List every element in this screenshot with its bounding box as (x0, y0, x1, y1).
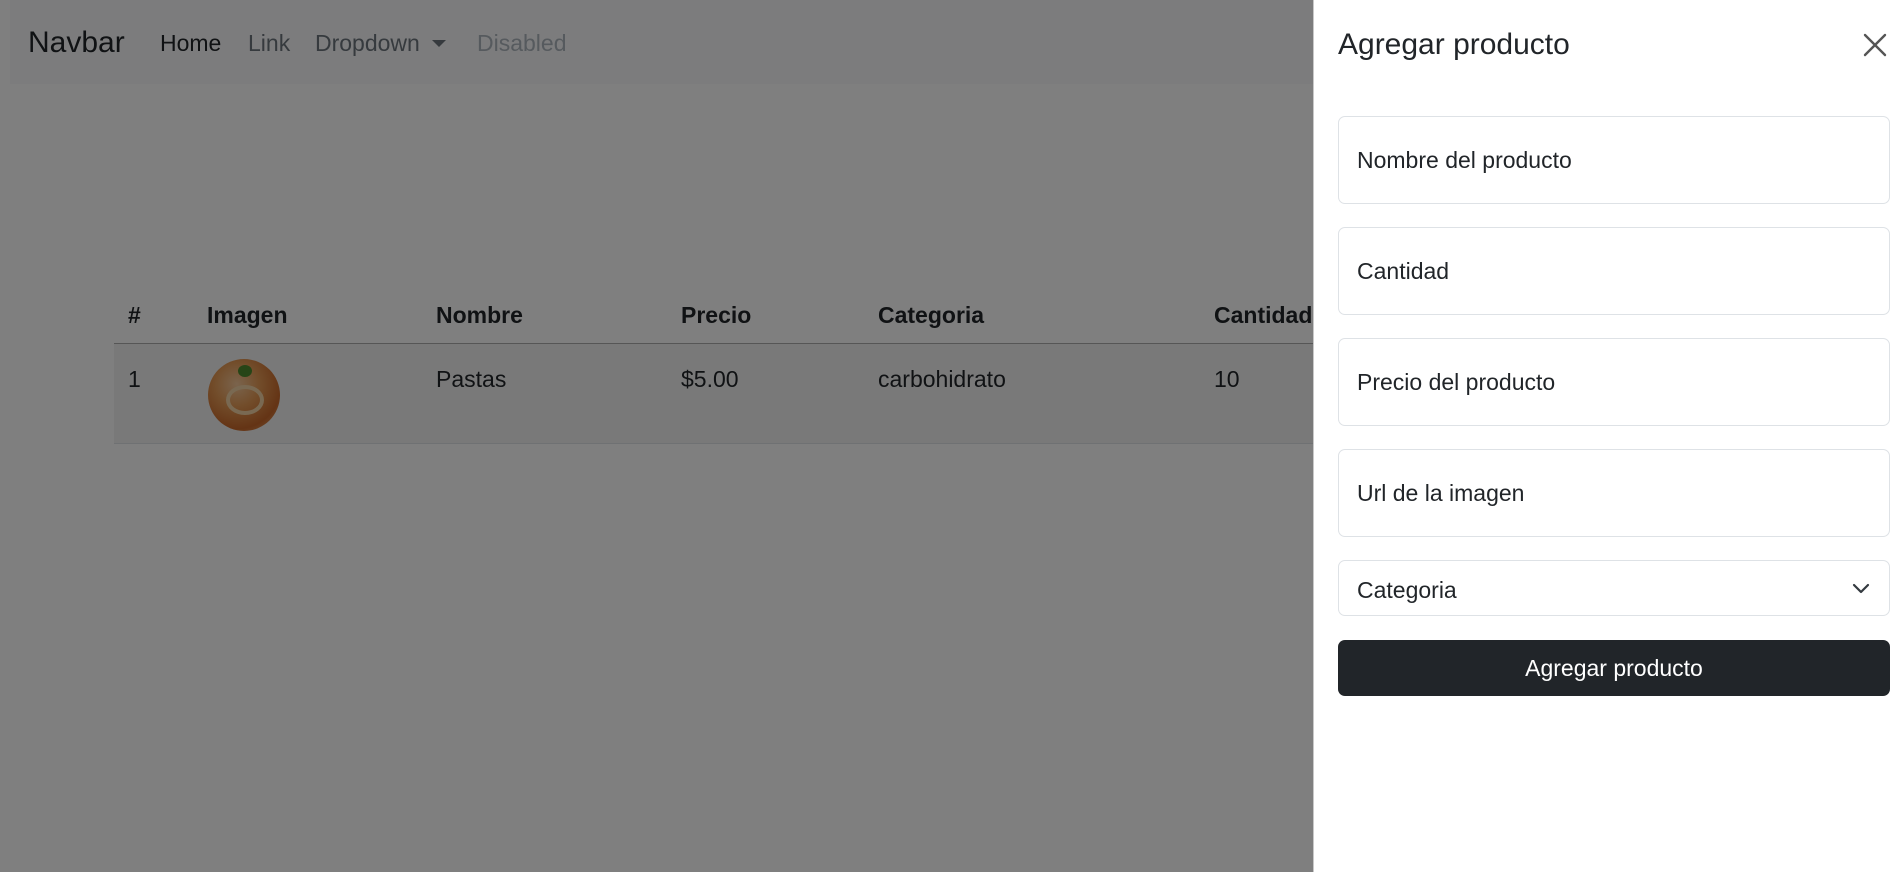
chevron-down-icon (1851, 579, 1871, 599)
close-button[interactable] (1860, 30, 1890, 60)
quantity-field (1338, 227, 1890, 315)
category-select-value: Categoria (1357, 577, 1457, 603)
category-select[interactable]: Categoria (1338, 560, 1890, 616)
image-url-field (1338, 449, 1890, 537)
product-name-field (1338, 116, 1890, 204)
image-url-input[interactable] (1339, 450, 1889, 536)
panel-title: Agregar producto (1338, 28, 1570, 61)
price-input[interactable] (1339, 339, 1889, 425)
quantity-input[interactable] (1339, 228, 1889, 314)
close-icon (1863, 33, 1887, 57)
product-name-input[interactable] (1339, 117, 1889, 203)
add-product-panel: Agregar producto Categoria Agregar produ… (1313, 0, 1894, 872)
price-field (1338, 338, 1890, 426)
add-product-button[interactable]: Agregar producto (1338, 640, 1890, 696)
